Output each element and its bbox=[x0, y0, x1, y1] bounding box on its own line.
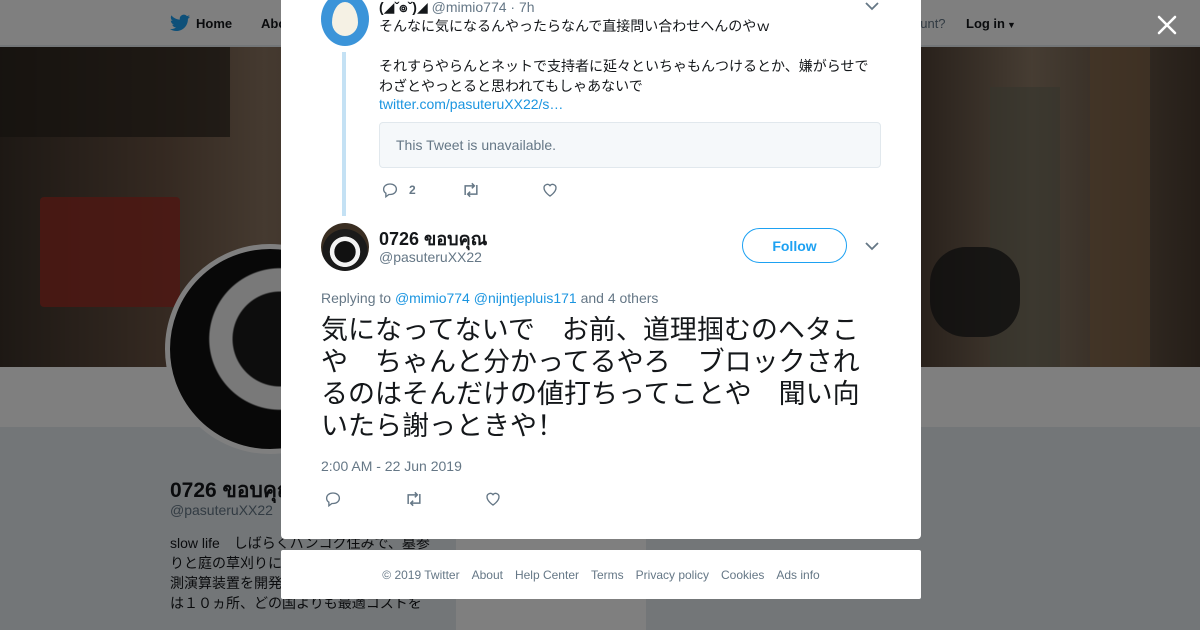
reply-count: 2 bbox=[409, 183, 416, 197]
like-button[interactable] bbox=[484, 490, 502, 508]
chevron-down-icon bbox=[865, 242, 879, 251]
parent-tweet-name[interactable]: (◢ˇ๏ˇ)◢ bbox=[379, 0, 428, 15]
chevron-down-icon bbox=[865, 2, 879, 11]
parent-tweet-link[interactable]: twitter.com/pasuteruXX22/s… bbox=[379, 96, 563, 112]
close-modal-button[interactable] bbox=[1154, 12, 1180, 38]
like-button[interactable] bbox=[541, 181, 559, 199]
main-tweet-menu-button[interactable] bbox=[865, 238, 879, 256]
replying-to-line: Replying to @mimio774 @nijntjepluis171 a… bbox=[321, 290, 658, 306]
footer-link-terms[interactable]: Terms bbox=[591, 568, 624, 582]
close-icon bbox=[1157, 15, 1177, 35]
retweet-icon bbox=[407, 491, 421, 507]
egg-avatar-icon bbox=[332, 2, 358, 36]
parent-tweet-menu-button[interactable] bbox=[865, 0, 879, 16]
parent-tweet-avatar[interactable] bbox=[321, 0, 369, 46]
thread-connector-line bbox=[342, 52, 346, 216]
modal-footer: © 2019 Twitter About Help Center Terms P… bbox=[281, 550, 921, 599]
footer-link-help-center[interactable]: Help Center bbox=[515, 568, 579, 582]
reply-button[interactable]: 2 bbox=[381, 181, 461, 199]
main-tweet-timestamp[interactable]: 2:00 AM - 22 Jun 2019 bbox=[321, 458, 462, 474]
retweet-button[interactable] bbox=[461, 181, 541, 199]
footer-link-privacy[interactable]: Privacy policy bbox=[636, 568, 709, 582]
replying-suffix[interactable]: and 4 others bbox=[581, 290, 659, 306]
heart-icon bbox=[486, 492, 500, 506]
mention-link[interactable]: @mimio774 bbox=[395, 290, 470, 306]
reply-icon bbox=[382, 183, 398, 199]
follow-button[interactable]: Follow bbox=[742, 228, 847, 263]
footer-copyright: © 2019 Twitter bbox=[382, 567, 460, 582]
footer-link-about[interactable]: About bbox=[472, 568, 503, 582]
parent-tweet-handle[interactable]: @mimio774 bbox=[432, 0, 507, 15]
main-tweet-actions bbox=[324, 490, 502, 508]
parent-tweet-paragraph: そんなに気になるんやったらなんで直接問い合わせへんのやｗ bbox=[379, 18, 771, 34]
parent-tweet-time[interactable]: · 7h bbox=[510, 0, 534, 15]
main-tweet-handle[interactable]: @pasuteruXX22 bbox=[379, 249, 482, 265]
reply-button[interactable] bbox=[324, 490, 404, 508]
replying-prefix: Replying to bbox=[321, 290, 392, 306]
parent-tweet-actions: 2 bbox=[381, 181, 559, 199]
main-tweet-avatar[interactable] bbox=[321, 223, 369, 271]
retweet-icon bbox=[464, 182, 478, 198]
tweet-permalink-modal: (◢ˇ๏ˇ)◢ @mimio774 · 7h そんなに気になるんやったらなんで直… bbox=[281, 0, 921, 539]
main-tweet-text: 気になってないで お前、道理掴むのヘタこや ちゃんと分かってるやろ ブロックされ… bbox=[321, 315, 860, 442]
heart-icon bbox=[543, 183, 557, 197]
retweet-button[interactable] bbox=[404, 490, 484, 508]
reply-icon bbox=[325, 492, 341, 508]
footer-link-ads-info[interactable]: Ads info bbox=[776, 568, 819, 582]
footer-link-cookies[interactable]: Cookies bbox=[721, 568, 764, 582]
quoted-tweet-unavailable: This Tweet is unavailable. bbox=[379, 122, 881, 168]
mention-link[interactable]: @nijntjepluis171 bbox=[474, 290, 577, 306]
parent-tweet-paragraph: それすらやらんとネットで支持者に延々といちゃもんつけるとか、嫌がらせでわざとやっ… bbox=[379, 58, 869, 94]
